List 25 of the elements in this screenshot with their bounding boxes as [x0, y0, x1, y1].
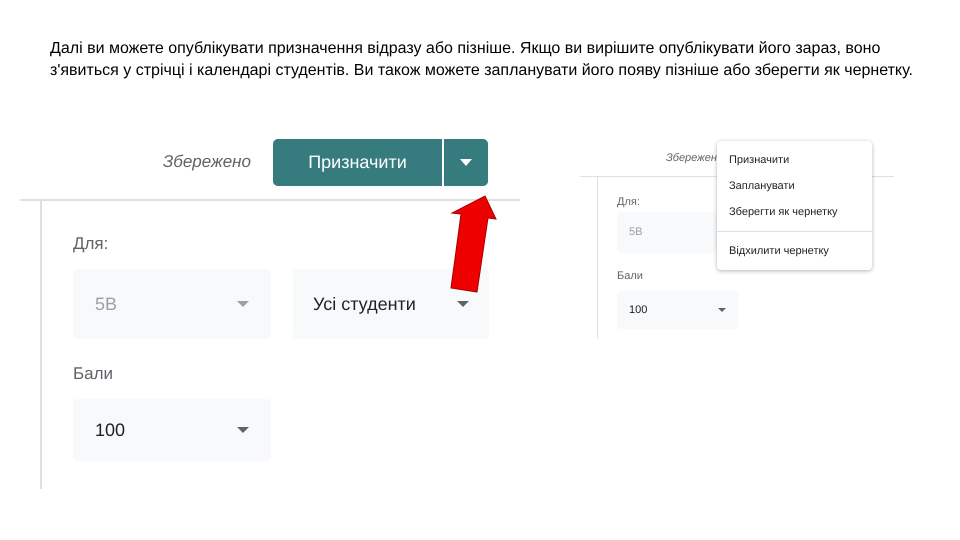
saved-status: Збережен	[666, 150, 717, 166]
points-select[interactable]: 100	[617, 291, 738, 329]
field-label: Бали	[617, 269, 644, 283]
select-value: 100	[95, 418, 126, 442]
select-value: 5В	[629, 225, 642, 240]
menu-item[interactable]: Призначити	[717, 147, 872, 173]
select-value: 100	[629, 302, 648, 318]
caret-icon	[460, 158, 472, 166]
points-select[interactable]: 100	[73, 399, 271, 461]
menu-item[interactable]: Відхилити чернетку	[717, 238, 872, 264]
menu-item[interactable]: Зберегти як чернетку	[717, 199, 872, 225]
select-value: Усі студенти	[313, 292, 416, 316]
saved-status: Збережено	[162, 151, 251, 174]
menu-item[interactable]: Запланувати	[717, 173, 872, 199]
select-value: 5В	[95, 292, 118, 316]
field-label: Для:	[617, 195, 641, 209]
instructions-paragraph: Далі ви можете опублікувати призначення відразу або пізніше. Якщо ви вирішите опублікувати його зараз, воно з'явиться у стрічці і календарі студентів. Ви також можете запланувати його появу пізніше або зберегти як чернетку.	[50, 39, 914, 81]
caret-icon	[237, 301, 249, 307]
assign-button[interactable]: Призначити	[273, 138, 444, 186]
field-label: Бали	[73, 363, 114, 385]
students-select[interactable]: Усі студенти	[293, 269, 489, 339]
caret-icon	[237, 427, 249, 433]
caret-icon	[457, 301, 469, 307]
field-label: Для:	[73, 233, 110, 255]
caret-icon	[718, 308, 726, 312]
